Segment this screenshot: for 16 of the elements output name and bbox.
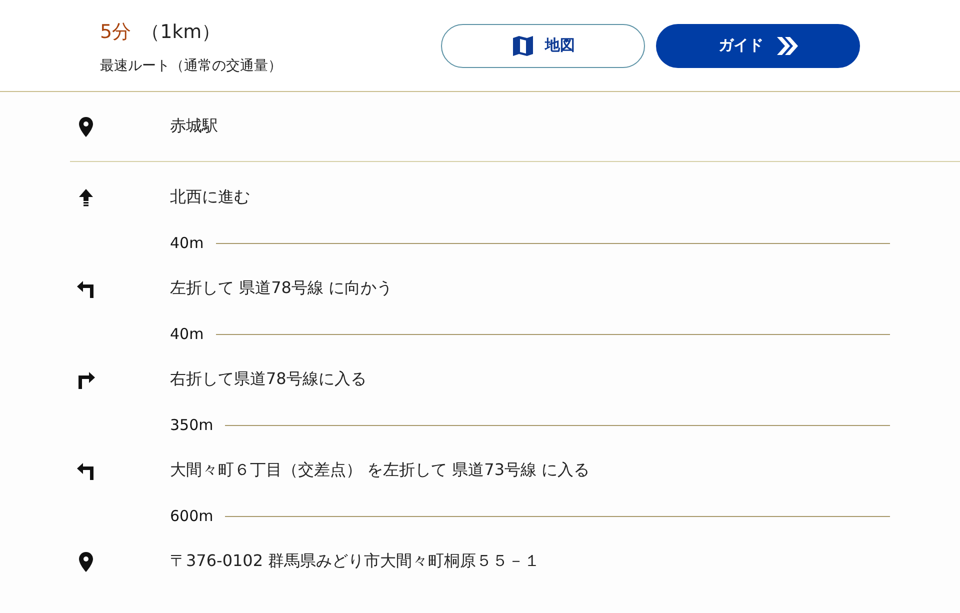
- step-distance: 40m: [170, 325, 204, 343]
- step-distance: 600m: [170, 507, 214, 525]
- destination-address: 〒376-0102 群馬県みどり市大間々町桐原５５－１: [170, 551, 540, 572]
- origin-name: 赤城駅: [170, 116, 218, 137]
- step-distance: 40m: [170, 234, 204, 252]
- map-icon: [511, 34, 535, 58]
- route-type: 最速ルート（通常の交通量）: [100, 56, 283, 74]
- guide-button[interactable]: ガイド: [656, 24, 860, 68]
- step-instruction: 右折して県道78号線に入る: [170, 369, 366, 390]
- map-button[interactable]: 地図: [441, 24, 645, 68]
- step-distance: 350m: [170, 416, 214, 434]
- step-instruction: 北西に進む: [170, 187, 250, 208]
- travel-time: 5分: [100, 20, 132, 44]
- step-instruction: 左折して 県道78号線 に向かう: [170, 278, 393, 299]
- total-distance: （1km）: [141, 20, 221, 44]
- step-instruction: 大間々町６丁目（交差点） を左折して 県道73号線 に入る: [170, 460, 590, 481]
